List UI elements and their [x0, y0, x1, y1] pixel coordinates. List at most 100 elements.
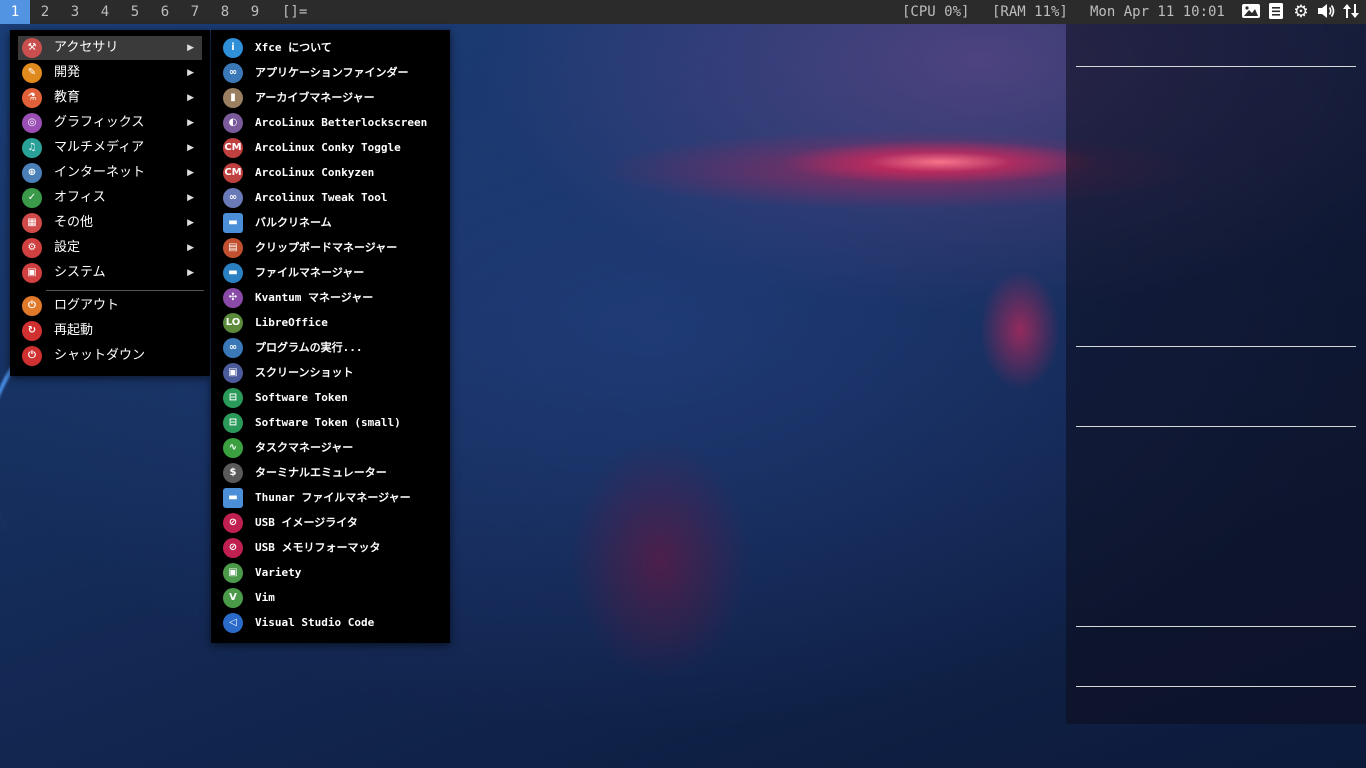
restart-icon: ↻: [22, 321, 42, 341]
submenu-item-label: ファイルマネージャー: [255, 266, 365, 279]
submenu-item-archive[interactable]: ▮ アーカイブマネージャー: [219, 86, 443, 110]
menu-item-internet[interactable]: ⊕ インターネット ▶: [18, 161, 202, 185]
workspace-2[interactable]: 2: [30, 0, 60, 24]
submenu-item-libreoffice[interactable]: LO LibreOffice: [219, 311, 443, 335]
submenu-item-usb-formatter[interactable]: ⊘ USB メモリフォーマッタ: [219, 536, 443, 560]
network-icon[interactable]: [1341, 2, 1361, 22]
menu-item-label: マルチメディア: [54, 140, 145, 155]
submenu-item-label: Variety: [255, 566, 302, 579]
logout-icon: ⏻: [22, 296, 42, 316]
info-icon: i: [223, 38, 243, 58]
internet-icon: ⊕: [22, 163, 42, 183]
submenu-item-run-program[interactable]: ∞ プログラムの実行...: [219, 336, 443, 360]
menu-item-label: 設定: [54, 240, 81, 255]
submenu-arrow-icon: ▶: [187, 143, 194, 153]
workspace-7[interactable]: 7: [180, 0, 210, 24]
submenu-item-file-manager[interactable]: ▬ ファイルマネージャー: [219, 261, 443, 285]
submenu-item-tweak-tool[interactable]: ∞ Arcolinux Tweak Tool: [219, 186, 443, 210]
menu-separator: [46, 290, 204, 291]
development-icon: ✎: [22, 63, 42, 83]
run-program-icon: ∞: [223, 338, 243, 358]
top-bar: 123456789 []= [CPU 0%] [RAM 11%] Mon Apr…: [0, 0, 1366, 24]
submenu-item-binoculars[interactable]: ∞ アプリケーションファインダー: [219, 61, 443, 85]
submenu-item-kvantum[interactable]: ✣ Kvantum マネージャー: [219, 286, 443, 310]
usb-formatter-icon: ⊘: [223, 538, 243, 558]
menu-item-accessories[interactable]: ⚒ アクセサリ ▶: [18, 36, 202, 60]
menu-item-multimedia[interactable]: ♫ マルチメディア ▶: [18, 136, 202, 160]
submenu-item-usb-writer[interactable]: ⊘ USB イメージライタ: [219, 511, 443, 535]
submenu-item-label: Visual Studio Code: [255, 616, 375, 629]
submenu-item-clipboard-manager[interactable]: ▤ クリップボードマネージャー: [219, 236, 443, 260]
submenu-item-vscode[interactable]: ◁ Visual Studio Code: [219, 611, 443, 635]
settings-gear-icon[interactable]: ⚙: [1291, 2, 1311, 22]
workspace-4[interactable]: 4: [90, 0, 120, 24]
volume-icon[interactable]: [1316, 2, 1336, 22]
workspace-5[interactable]: 5: [120, 0, 150, 24]
menu-item-system[interactable]: ▣ システム ▶: [18, 261, 202, 285]
submenu-item-variety[interactable]: ▣ Variety: [219, 561, 443, 585]
submenu-item-thunar[interactable]: ▬ Thunar ファイルマネージャー: [219, 486, 443, 510]
submenu-item-terminal[interactable]: $ ターミナルエミュレーター: [219, 461, 443, 485]
submenu-item-conky[interactable]: CM ArcoLinux Conky Toggle: [219, 136, 443, 160]
menu-item-other[interactable]: ▦ その他 ▶: [18, 211, 202, 235]
graphics-icon: ◎: [22, 113, 42, 133]
menu-item-education[interactable]: ⚗ 教育 ▶: [18, 86, 202, 110]
workspace-1[interactable]: 1: [0, 0, 30, 24]
submenu-item-conkyzen[interactable]: CM ArcoLinux Conkyzen: [219, 161, 443, 185]
submenu-item-token[interactable]: ⊟ Software Token: [219, 386, 443, 410]
menu-item-graphics[interactable]: ◎ グラフィックス ▶: [18, 111, 202, 135]
submenu-item-label: タスクマネージャー: [255, 441, 354, 454]
submenu-item-label: プログラムの実行...: [255, 341, 363, 354]
submenu-item-label: Software Token (small): [255, 416, 401, 429]
file-manager-icon: ▬: [223, 263, 243, 283]
menu-item-office[interactable]: ✓ オフィス ▶: [18, 186, 202, 210]
submenu-item-screenshot-tool[interactable]: ▣ スクリーンショット: [219, 361, 443, 385]
vscode-icon: ◁: [223, 613, 243, 633]
menu-item-label: グラフィックス: [54, 115, 145, 130]
clipboard-icon[interactable]: [1266, 2, 1286, 22]
menu-item-label: 再起動: [54, 323, 94, 338]
submenu-arrow-icon: ▶: [187, 268, 194, 278]
workspace-9[interactable]: 9: [240, 0, 270, 24]
submenu-item-label: ArcoLinux Conkyzen: [255, 166, 375, 179]
submenu-item-label: アーカイブマネージャー: [255, 91, 375, 104]
submenu-item-label: Xfce について: [255, 41, 332, 54]
usb-writer-icon: ⊘: [223, 513, 243, 533]
menu-item-logout[interactable]: ⏻ ログアウト: [18, 294, 202, 318]
application-menu: ⚒ アクセサリ ▶ ✎ 開発 ▶ ⚗ 教育 ▶ ◎ グラフィックス ▶ ♫ マルチメディア ▶ ⊕ インターネッ…: [10, 30, 210, 376]
screenshot-tool-icon: ▣: [223, 363, 243, 383]
other-icon: ▦: [22, 213, 42, 233]
conky-divider: [1076, 66, 1356, 67]
folder-icon: ▬: [223, 213, 243, 233]
workspace-3[interactable]: 3: [60, 0, 90, 24]
menu-item-label: インターネット: [54, 165, 146, 180]
screenshot-icon[interactable]: [1241, 2, 1261, 22]
lockscreen-icon: ◐: [223, 113, 243, 133]
workspace-8[interactable]: 8: [210, 0, 240, 24]
submenu-arrow-icon: ▶: [187, 43, 194, 53]
submenu-arrow-icon: ▶: [187, 218, 194, 228]
menu-item-label: シャットダウン: [54, 348, 146, 363]
submenu-item-info[interactable]: i Xfce について: [219, 36, 443, 60]
submenu-item-lockscreen[interactable]: ◐ ArcoLinux Betterlockscreen: [219, 111, 443, 135]
layout-indicator[interactable]: []=: [282, 0, 307, 24]
submenu-item-label: Software Token: [255, 391, 348, 404]
variety-icon: ▣: [223, 563, 243, 583]
submenu-item-label: アプリケーションファインダー: [255, 66, 409, 79]
menu-item-shutdown[interactable]: ⏻ シャットダウン: [18, 344, 202, 368]
submenu-item-task-manager[interactable]: ∿ タスクマネージャー: [219, 436, 443, 460]
submenu-item-label: LibreOffice: [255, 316, 328, 329]
workspace-6[interactable]: 6: [150, 0, 180, 24]
system-icon: ▣: [22, 263, 42, 283]
submenu-item-label: ターミナルエミュレーター: [255, 466, 387, 479]
submenu-item-vim[interactable]: V Vim: [219, 586, 443, 610]
menu-item-restart[interactable]: ↻ 再起動: [18, 319, 202, 343]
menu-item-development[interactable]: ✎ 開発 ▶: [18, 61, 202, 85]
submenu-item-token-small[interactable]: ⊟ Software Token (small): [219, 411, 443, 435]
menu-item-settings[interactable]: ⚙ 設定 ▶: [18, 236, 202, 260]
submenu-item-label: Arcolinux Tweak Tool: [255, 191, 388, 204]
menu-item-label: 教育: [54, 90, 81, 105]
ram-status: [RAM 11%]: [992, 4, 1068, 20]
submenu-arrow-icon: ▶: [187, 68, 194, 78]
submenu-item-folder[interactable]: ▬ バルクリネーム: [219, 211, 443, 235]
